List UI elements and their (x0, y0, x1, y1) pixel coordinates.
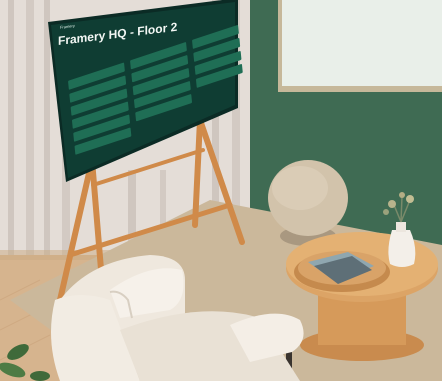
tray (294, 251, 390, 292)
whiteboard (282, 0, 442, 86)
scene-drawing (0, 0, 442, 381)
photo-scene: Framery Framery HQ - Floor 2 (0, 0, 442, 381)
